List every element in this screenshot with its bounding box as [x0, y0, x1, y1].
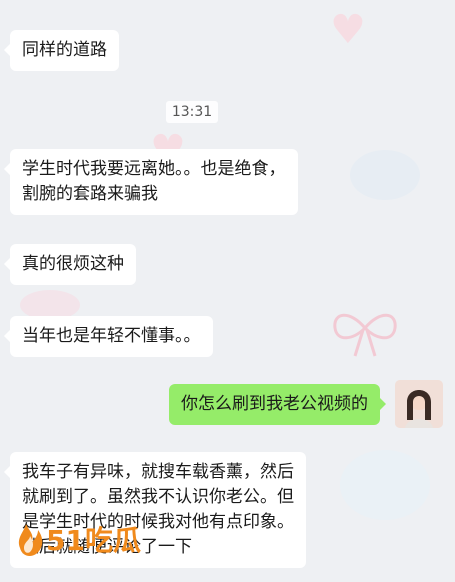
message-line: 真的很烦这种: [22, 254, 124, 274]
incoming-message[interactable]: 当年也是年轻不懂事。。: [4, 316, 213, 357]
incoming-message[interactable]: 同样的道路: [4, 30, 119, 71]
watermark-text: 51吃瓜: [46, 524, 141, 557]
message-line: 割腕的套路来骗我: [22, 184, 158, 204]
message-line: 当年也是年轻不懂事。。: [22, 326, 201, 346]
wallpaper-heart-icon: ♥: [330, 7, 366, 53]
flame-logo-icon: [18, 524, 43, 556]
incoming-message[interactable]: 真的很烦这种: [4, 244, 136, 285]
message-line: 我车子有异味，就搜车载香薰，然后: [22, 462, 294, 482]
incoming-message[interactable]: 学生时代我要远离她。。也是绝食， 割腕的套路来骗我: [4, 149, 298, 215]
message-line: 你怎么刷到我老公视频的: [181, 394, 368, 414]
user-avatar-icon: [395, 380, 443, 428]
wallpaper-shape: [350, 150, 420, 200]
message-line: 就刷到了。虽然我不认识你老公。但: [22, 487, 294, 507]
outgoing-message[interactable]: 你怎么刷到我老公视频的: [169, 384, 386, 425]
wallpaper-shape: [340, 450, 430, 520]
message-timestamp: 13:31: [166, 101, 218, 123]
watermark-logo: 51吃瓜: [18, 524, 141, 557]
message-line: 同样的道路: [22, 40, 107, 60]
message-line: 学生时代我要远离她。。也是绝食，: [22, 159, 286, 179]
wallpaper-bow-icon: [333, 313, 397, 357]
avatar[interactable]: [395, 380, 443, 428]
